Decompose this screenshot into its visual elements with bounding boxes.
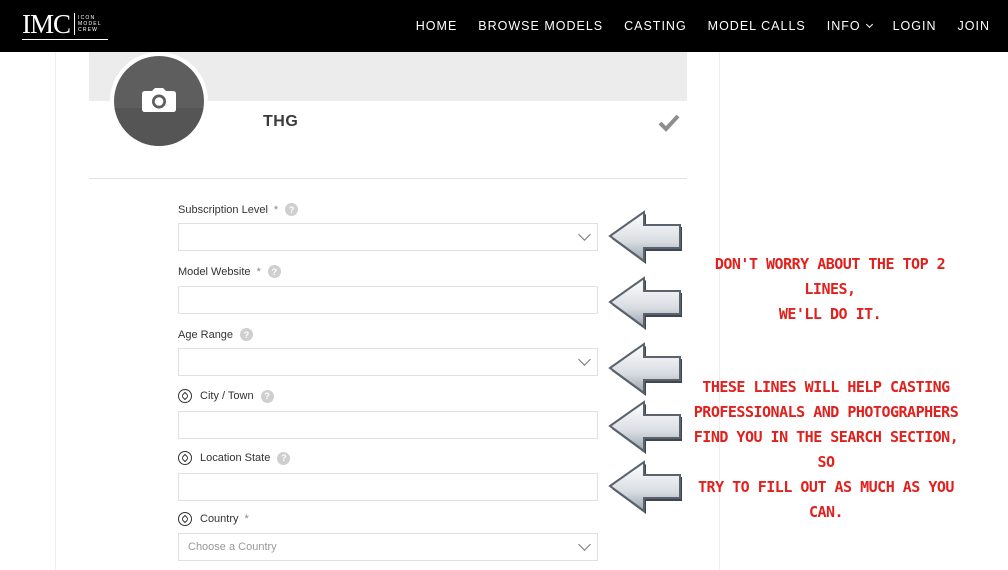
nav-login[interactable]: LOGIN xyxy=(893,19,937,33)
country-label-text: Country xyxy=(200,513,239,525)
avatar-silhouette xyxy=(114,108,204,146)
nav-browse-models-label: BROWSE MODELS xyxy=(478,19,604,33)
help-icon[interactable]: ? xyxy=(260,389,274,403)
country-select[interactable]: Choose a Country xyxy=(178,533,598,561)
help-icon[interactable]: ? xyxy=(267,265,281,278)
location-state-label: Location State ? xyxy=(178,451,291,465)
model-website-label-text: Model Website xyxy=(178,265,251,278)
city-town-label-text: City / Town xyxy=(200,390,254,402)
help-icon[interactable]: ? xyxy=(240,328,254,341)
annotation-top: Don't worry about the top 2 lines, we'll… xyxy=(688,252,972,327)
required-marker: * xyxy=(273,203,279,216)
left-arrow-icon xyxy=(608,342,682,396)
section-divider xyxy=(89,178,687,179)
compass-icon xyxy=(178,451,192,465)
subscription-level-label: Subscription Level * ? xyxy=(178,203,299,216)
compass-icon xyxy=(178,512,192,526)
left-arrow-icon xyxy=(608,210,682,264)
country-placeholder: Choose a Country xyxy=(188,541,277,553)
nav-join[interactable]: JOIN xyxy=(958,19,990,33)
age-range-label-text: Age Range xyxy=(178,328,234,341)
camera-icon xyxy=(142,88,176,112)
check-icon xyxy=(658,114,680,132)
avatar-image xyxy=(114,56,204,146)
model-website-label: Model Website * ? xyxy=(178,265,281,278)
nav-casting[interactable]: CASTING xyxy=(624,19,687,33)
annotation-line: Don't worry about the top 2 lines, xyxy=(714,255,946,298)
logo-subtitle: ICON MODEL CREW xyxy=(74,13,102,35)
left-arrow-icon xyxy=(608,460,682,514)
compass-icon xyxy=(178,389,192,403)
model-website-input[interactable] xyxy=(178,286,598,314)
city-town-input[interactable] xyxy=(178,411,598,439)
required-marker: * xyxy=(256,265,261,278)
main-nav: HOME BROWSE MODELS CASTING MODEL CALLS I… xyxy=(416,0,1008,52)
annotation-line: we'll do it. xyxy=(778,305,882,323)
logo-underline xyxy=(22,39,108,40)
nav-model-calls-label: MODEL CALLS xyxy=(707,19,806,33)
nav-browse-models[interactable]: BROWSE MODELS xyxy=(478,19,603,33)
chevron-down-icon xyxy=(865,20,873,29)
help-icon[interactable]: ? xyxy=(277,451,291,465)
top-navigation-bar: IMC ICON MODEL CREW HOME BROWSE MODELS C… xyxy=(0,0,1008,52)
avatar[interactable] xyxy=(110,52,208,150)
nav-model-calls[interactable]: MODEL CALLS xyxy=(708,19,806,33)
logo-sub-line: CREW xyxy=(78,27,99,33)
nav-info[interactable]: INFO xyxy=(826,19,873,33)
site-logo[interactable]: IMC ICON MODEL CREW xyxy=(22,9,108,40)
subscription-level-select[interactable] xyxy=(178,223,598,251)
logo-mark: IMC xyxy=(22,9,71,39)
age-range-select[interactable] xyxy=(178,348,598,376)
annotation-bottom: These lines will help casting profession… xyxy=(684,375,968,525)
help-icon[interactable]: ? xyxy=(285,203,299,216)
chevron-down-icon xyxy=(578,538,591,551)
nav-join-label: JOIN xyxy=(957,19,990,33)
annotation-line: try to fill out as much as you can. xyxy=(698,478,954,521)
chevron-down-icon xyxy=(578,228,591,241)
annotation-line: professionals and photographers xyxy=(693,403,959,421)
annotation-line: These lines will help casting xyxy=(702,378,950,396)
nav-home-label: HOME xyxy=(415,19,458,33)
age-range-label: Age Range ? xyxy=(178,328,254,341)
left-arrow-icon xyxy=(608,276,682,330)
nav-info-label: INFO xyxy=(826,19,861,33)
nav-login-label: LOGIN xyxy=(892,19,937,33)
annotation-line: find you in the search section, so xyxy=(693,428,959,471)
location-state-label-text: Location State xyxy=(200,452,271,464)
nav-casting-label: CASTING xyxy=(624,19,687,33)
required-marker: * xyxy=(244,513,249,525)
profile-name: THG xyxy=(263,113,299,130)
city-town-label: City / Town ? xyxy=(178,389,274,403)
location-state-input[interactable] xyxy=(178,473,598,501)
nav-home[interactable]: HOME xyxy=(416,19,458,33)
country-label: Country * xyxy=(178,512,249,526)
content-border-left xyxy=(55,52,56,570)
chevron-down-icon xyxy=(578,353,591,366)
subscription-level-label-text: Subscription Level xyxy=(178,203,268,216)
left-arrow-icon xyxy=(608,400,682,454)
